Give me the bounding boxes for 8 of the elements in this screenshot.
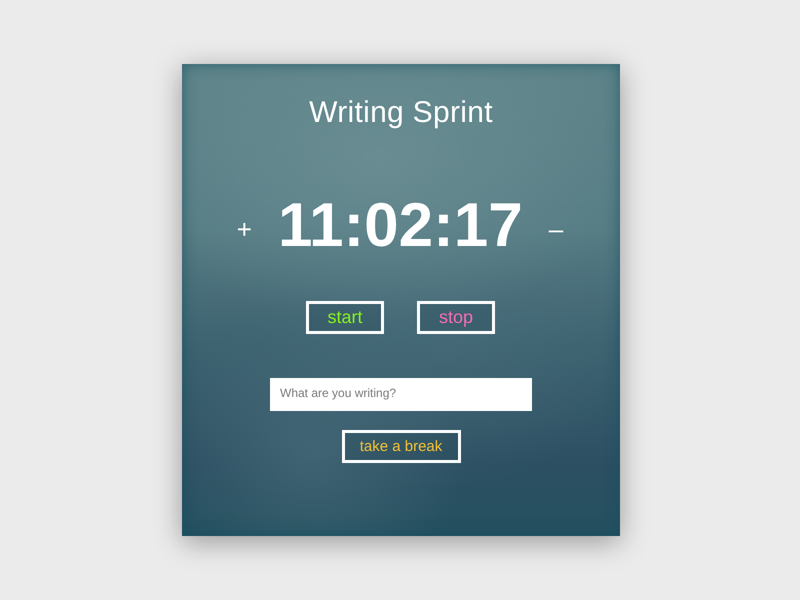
increase-time-button[interactable]: + [234,214,254,244]
stop-button[interactable]: stop [417,301,495,334]
take-break-button[interactable]: take a break [342,430,460,463]
app-title: Writing Sprint [309,95,493,131]
decrease-time-button[interactable]: – [546,214,566,244]
task-input[interactable]: What are you writing? [270,378,532,411]
timer-display: 11:02:17 [278,195,523,257]
start-button[interactable]: start [306,301,384,334]
